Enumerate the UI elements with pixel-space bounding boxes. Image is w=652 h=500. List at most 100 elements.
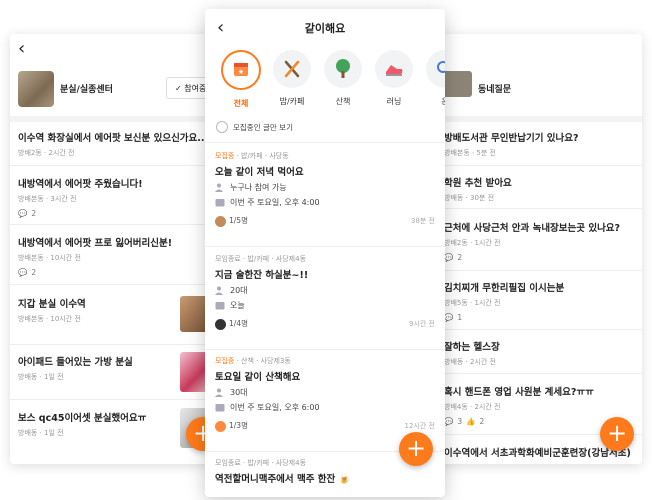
back-arrow-icon[interactable]: ‹: [18, 40, 25, 58]
post-footer: 1/4명 9시간 전: [215, 318, 435, 330]
write-fab-button[interactable]: +: [399, 432, 433, 466]
item-meta: 방배2동 · 1시간 전: [444, 239, 501, 247]
item-title: 잘하는 헬스장: [444, 342, 500, 353]
comment-count: 💬 1: [444, 313, 634, 322]
post-participants: 30대: [215, 387, 435, 398]
list-item[interactable]: 방배도서관 무인반납기기 있나요? 방배본동 · 5분 전: [444, 130, 634, 158]
meetup-post[interactable]: 모집중 · 산책 · 사당제3동 토요일 같이 산책해요 30대 이번 주 토요…: [215, 356, 435, 432]
participant-condition: 20대: [230, 286, 248, 295]
search-icon: [426, 50, 445, 88]
write-fab-button[interactable]: +: [600, 417, 634, 451]
divider: [428, 270, 642, 271]
category-walk[interactable]: 산책: [321, 50, 365, 107]
divider: [10, 399, 222, 400]
meetup-post[interactable]: 모임종료 · 밥/카페 · 사당제4동 지금 술한잔 하실분~!! 20대 오늘…: [215, 254, 435, 330]
list-item[interactable]: 잘하는 헬스장 방배동 · 2시간 전: [444, 339, 634, 367]
item-meta: 방배동 · 30분 전: [444, 194, 495, 202]
schedule-text: 오늘: [230, 301, 245, 310]
post-time: 12시간 전: [404, 421, 435, 430]
item-title: 내방역에서 에어팟 프로 잃어버리신분!: [18, 238, 173, 249]
category-label: 산책: [335, 97, 351, 106]
divider: [10, 165, 222, 166]
post-tags: · 밥/카페 · 사당동: [234, 152, 289, 160]
calendar-icon: [215, 403, 225, 412]
status-badge: 모임종료: [215, 459, 241, 467]
avatar: [215, 318, 226, 330]
divider: [205, 246, 445, 247]
comment-count-value: 2: [457, 253, 463, 262]
list-item[interactable]: 내방역에서 에어팟 프로 잃어버리신분! 방배본동 · 10시간 전 💬 2: [18, 235, 214, 277]
category-label: 러닝: [386, 97, 402, 106]
participant-count: 1/5명: [229, 216, 248, 225]
like-count-value: 2: [479, 417, 485, 426]
category-label: 밥/카페: [279, 97, 305, 106]
board-thumbnail: [18, 71, 54, 107]
post-status: 모집중 · 밥/카페 · 사당동: [215, 151, 435, 161]
item-title: 방배도서관 무인반납기기 있나요?: [444, 133, 579, 144]
divider: [428, 165, 642, 166]
list-item[interactable]: 김치찌개 무한리필집 이시는분 방배5동 · 1시간 전 💬 1: [444, 280, 634, 322]
tree-icon: [324, 50, 362, 88]
post-title: 지금 술한잔 하실분~!!: [215, 270, 309, 281]
like-icon: 👍: [466, 417, 476, 426]
calendar-star-icon: ★: [221, 50, 261, 90]
status-badge: 모집중: [215, 152, 235, 160]
schedule-text: 이번 주 토요일, 오후 6:00: [230, 403, 320, 412]
post-tags: · 밥/카페 · 사당제4동: [240, 459, 307, 467]
post-participants: 누구나 참여 가능: [215, 182, 435, 193]
divider: [428, 116, 642, 122]
post-participants: 20대: [215, 285, 435, 296]
post-status: 모집중 · 산책 · 사당제3동: [215, 356, 435, 366]
item-meta: 방배본동 · 3시간 전: [18, 195, 77, 203]
joined-label: 참여중: [184, 84, 207, 93]
divider: [10, 284, 222, 285]
item-meta: 방배본동 · 10시간 전: [18, 254, 81, 262]
item-title: 김치찌개 무한리필집 이시는분: [444, 283, 565, 294]
divider: [10, 344, 222, 345]
meetup-post[interactable]: 모임종료 · 밥/카페 · 사당제4동 역전할머니맥주에서 맥주 한잔 🍺: [215, 458, 435, 485]
filter-label: 모집중인 글만 보기: [233, 122, 293, 132]
recruiting-filter-toggle[interactable]: 모집중인 글만 보기: [216, 121, 293, 133]
category-running[interactable]: 러닝: [372, 50, 416, 107]
avatar: [215, 420, 226, 432]
comment-icon: 💬: [444, 417, 454, 426]
list-item[interactable]: 근처에 사당근처 안과 녹내장보는곳 있나요? 방배2동 · 1시간 전 💬 2: [444, 220, 634, 262]
board-name: 동네질문: [478, 85, 512, 95]
post-schedule: 이번 주 토요일, 오후 4:00: [215, 197, 435, 208]
lost-found-screen: ‹ 분실/실종센터 ✓ 참여중 이수역 화장실에서 에어팟 보신분 있으신가요.…: [10, 34, 222, 464]
board-thumbnail: [442, 71, 472, 97]
utensils-icon: [273, 50, 311, 88]
comment-count: 💬 2: [18, 268, 214, 277]
post-title: 오늘 같이 저녁 먹어요: [215, 167, 304, 178]
item-title: 이수역 화장실에서 에어팟 보신분 있으신가요...?: [18, 133, 214, 144]
comment-count: 💬 2: [18, 209, 214, 218]
comment-icon: 💬: [18, 268, 28, 277]
category-all[interactable]: ★ 전체: [219, 50, 263, 109]
category-exercise[interactable]: 운: [423, 50, 445, 107]
post-title: 역전할머니맥주에서 맥주 한잔 🍺: [215, 474, 351, 485]
page-title: 같이해요: [304, 22, 346, 35]
divider: [10, 224, 222, 225]
item-title: 내방역에서 에어팟 주웠습니다!: [18, 179, 143, 190]
list-item[interactable]: 내방역에서 에어팟 주웠습니다! 방배본동 · 3시간 전 💬 2: [18, 176, 214, 218]
list-item[interactable]: 학원 추천 받아요 방배동 · 30분 전: [444, 175, 634, 203]
participant-count: 1/4명: [229, 319, 248, 328]
header: ‹ 같이해요: [205, 9, 445, 49]
category-food-cafe[interactable]: 밥/카페: [270, 50, 314, 107]
comment-count-value: 2: [31, 209, 37, 218]
neighborhood-questions-screen: 동네질문 방배도서관 무인반납기기 있나요? 방배본동 · 5분 전 학원 추천…: [428, 34, 642, 464]
divider: [205, 142, 445, 143]
comment-count-value: 3: [457, 417, 463, 426]
comment-icon: 💬: [444, 313, 454, 322]
post-status: 모임종료 · 밥/카페 · 사당제4동: [215, 254, 435, 264]
status-badge: 모집중: [215, 357, 235, 365]
people-icon: [215, 286, 225, 295]
people-icon: [215, 183, 225, 192]
list-item[interactable]: 이수역 화장실에서 에어팟 보신분 있으신가요...? 방배2동 · 2시간 전: [18, 130, 214, 158]
post-time: 38분 전: [410, 216, 435, 225]
divider: [10, 116, 222, 122]
post-schedule: 이번 주 토요일, 오후 6:00: [215, 402, 435, 413]
divider: [428, 329, 642, 330]
meetup-post[interactable]: 모집중 · 밥/카페 · 사당동 오늘 같이 저녁 먹어요 누구나 참여 가능 …: [215, 151, 435, 227]
schedule-text: 이번 주 토요일, 오후 4:00: [230, 198, 320, 207]
